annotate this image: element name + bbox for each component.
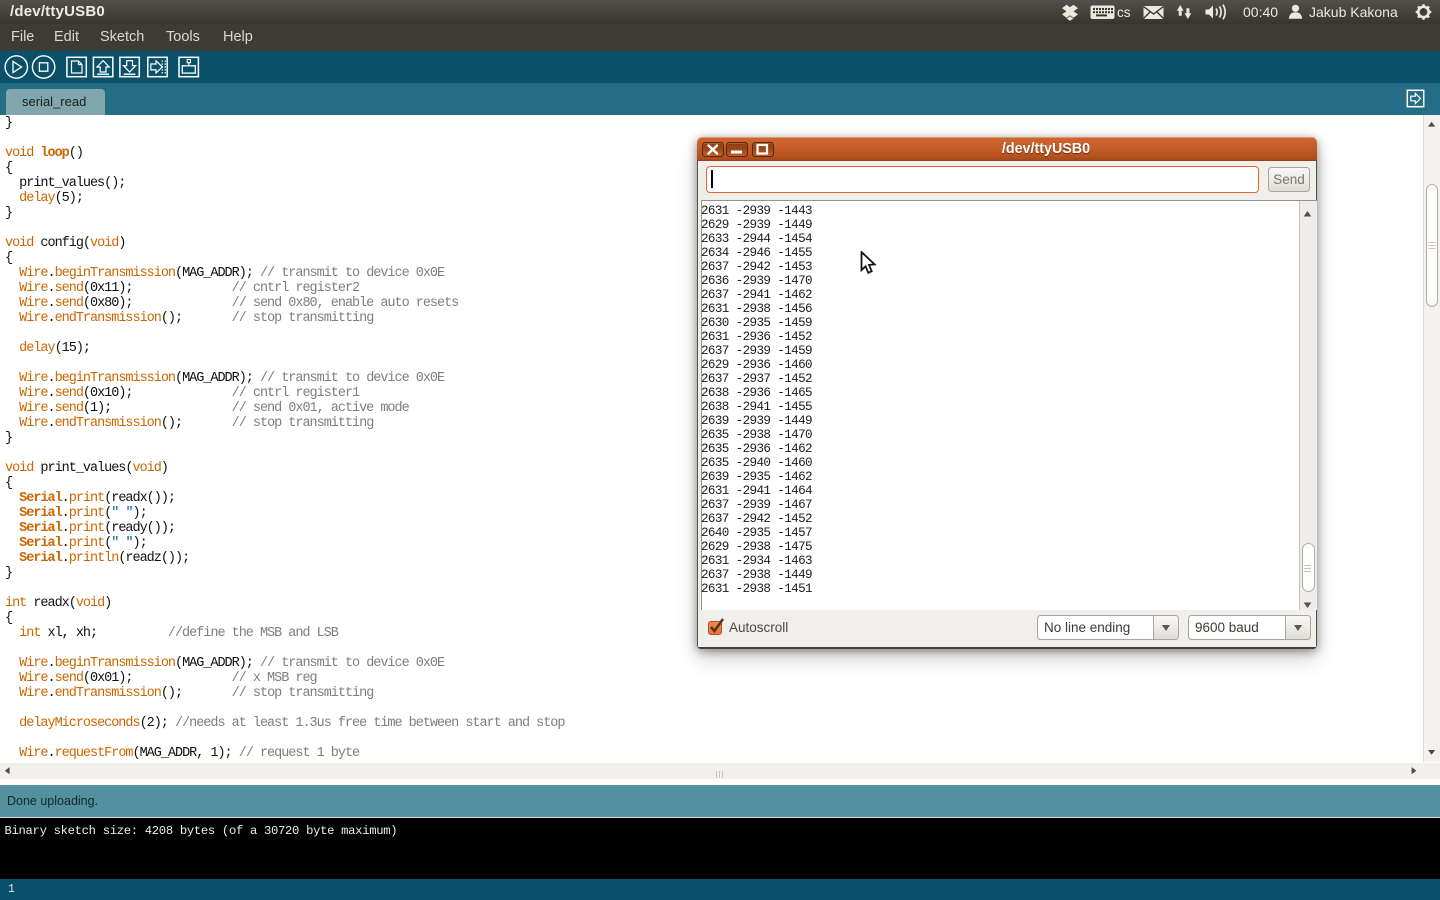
svg-text:cs: cs (1117, 5, 1131, 20)
svg-text:Jakub Kakona: Jakub Kakona (1309, 4, 1398, 20)
svg-text:00:40: 00:40 (1243, 4, 1278, 20)
